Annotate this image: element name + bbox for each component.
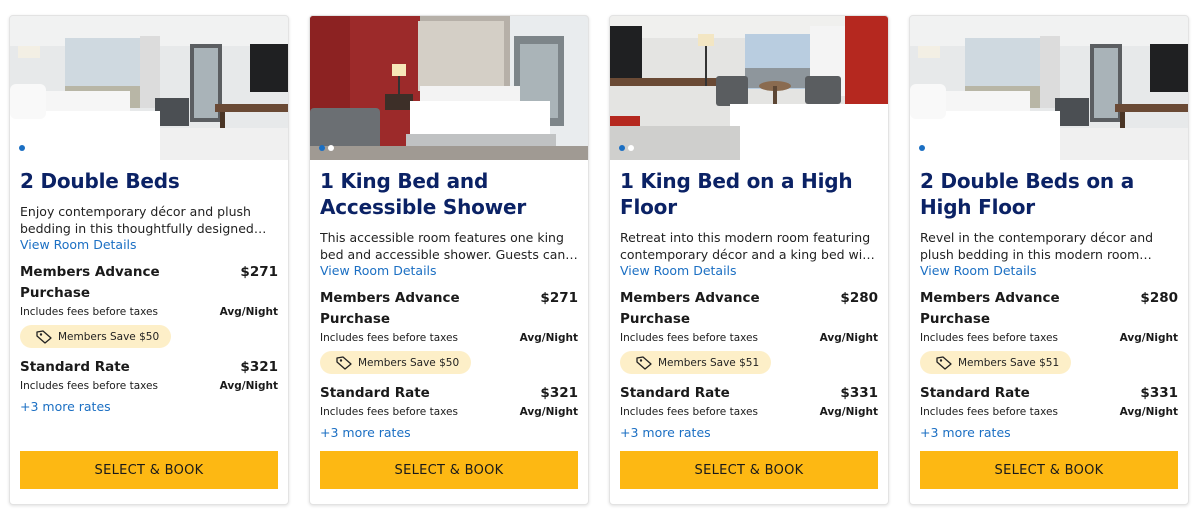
rate-members[interactable]: Members Advance Purchase $271 Includes f…: [320, 288, 578, 374]
rate-name: Standard Rate: [320, 385, 430, 401]
rate-price: $321: [240, 359, 278, 375]
room-card: 1 King Bed on a High Floor Retreat into …: [609, 15, 889, 505]
rate-price: $280: [1140, 290, 1178, 306]
room-title: 1 King Bed and Accessible Shower: [320, 169, 527, 219]
badge-label: Members Save $50: [358, 356, 460, 369]
rate-price: $271: [240, 264, 278, 280]
carousel-dot-active[interactable]: [619, 145, 625, 151]
room-description: Revel in the contemporary décor and plus…: [920, 230, 1154, 262]
room-photo[interactable]: [910, 16, 1188, 160]
room-description: This accessible room features one king b…: [320, 230, 566, 262]
select-and-book-button[interactable]: SELECT & BOOK: [320, 451, 578, 489]
carousel-dot[interactable]: [628, 145, 634, 151]
carousel-dots[interactable]: [919, 145, 934, 151]
carousel-dots[interactable]: [619, 145, 634, 151]
rate-fees-note: Includes fees before taxes: [620, 332, 758, 344]
rate-fees-note: Includes fees before taxes: [620, 406, 758, 418]
rate-members[interactable]: Members Advance Purchase $280 Includes f…: [620, 288, 878, 374]
rate-price: $271: [540, 290, 578, 306]
select-and-book-button[interactable]: SELECT & BOOK: [920, 451, 1178, 489]
members-save-badge: Members Save $50: [20, 325, 172, 348]
rate-price: $331: [1140, 385, 1178, 401]
room-image: [10, 16, 288, 160]
room-card: 2 Double Beds Enjoy contemporary décor a…: [9, 15, 289, 505]
rate-name: Members Advance Purchase: [920, 290, 1060, 327]
rate-per-night: Avg/Night: [219, 306, 278, 318]
room-photo[interactable]: [610, 16, 888, 160]
carousel-dot-active[interactable]: [319, 145, 325, 151]
rate-per-night: Avg/Night: [819, 406, 878, 418]
rate-standard[interactable]: Standard Rate $331 Includes fees before …: [920, 383, 1178, 419]
rate-price: $321: [540, 385, 578, 401]
rate-name: Standard Rate: [20, 359, 130, 375]
carousel-dot-active[interactable]: [919, 145, 925, 151]
rate-fees-note: Includes fees before taxes: [20, 306, 158, 318]
view-room-details-link[interactable]: View Room Details: [620, 263, 878, 279]
carousel-dots[interactable]: [19, 145, 34, 151]
carousel-dot[interactable]: [28, 145, 34, 151]
view-room-details-link[interactable]: View Room Details: [20, 237, 278, 253]
rate-name: Members Advance Purchase: [320, 290, 460, 327]
rate-per-night: Avg/Night: [1119, 406, 1178, 418]
rate-per-night: Avg/Night: [1119, 332, 1178, 344]
rate-fees-note: Includes fees before taxes: [320, 406, 458, 418]
tag-icon: [336, 355, 352, 370]
badge-label: Members Save $50: [58, 330, 160, 343]
members-save-badge: Members Save $51: [920, 351, 1072, 374]
rate-name: Standard Rate: [620, 385, 730, 401]
tag-icon: [936, 355, 952, 370]
rate-name: Members Advance Purchase: [20, 264, 160, 301]
rate-fees-note: Includes fees before taxes: [20, 380, 158, 392]
rate-fees-note: Includes fees before taxes: [920, 332, 1058, 344]
room-description: Retreat into this modern room featuring …: [620, 230, 876, 262]
room-title: 2 Double Beds: [20, 169, 180, 193]
room-title: 1 King Bed on a High Floor: [620, 169, 853, 219]
carousel-dot[interactable]: [928, 145, 934, 151]
rate-standard[interactable]: Standard Rate $321 Includes fees before …: [320, 383, 578, 419]
rate-per-night: Avg/Night: [819, 332, 878, 344]
more-rates-link[interactable]: +3 more rates: [620, 425, 878, 441]
carousel-dot-active[interactable]: [19, 145, 25, 151]
rate-standard[interactable]: Standard Rate $321 Includes fees before …: [20, 357, 278, 393]
rate-per-night: Avg/Night: [219, 380, 278, 392]
rate-fees-note: Includes fees before taxes: [320, 332, 458, 344]
select-and-book-button[interactable]: SELECT & BOOK: [620, 451, 878, 489]
view-room-details-link[interactable]: View Room Details: [320, 263, 578, 279]
rate-fees-note: Includes fees before taxes: [920, 406, 1058, 418]
rate-per-night: Avg/Night: [519, 332, 578, 344]
rate-price: $331: [840, 385, 878, 401]
rate-members[interactable]: Members Advance Purchase $280 Includes f…: [920, 288, 1178, 374]
room-photo[interactable]: [10, 16, 288, 160]
rate-standard[interactable]: Standard Rate $331 Includes fees before …: [620, 383, 878, 419]
rate-members[interactable]: Members Advance Purchase $271 Includes f…: [20, 262, 278, 348]
tag-icon: [36, 329, 52, 344]
room-card: 2 Double Beds on a High Floor Revel in t…: [909, 15, 1189, 505]
view-room-details-link[interactable]: View Room Details: [920, 263, 1178, 279]
rate-name: Members Advance Purchase: [620, 290, 760, 327]
rate-per-night: Avg/Night: [519, 406, 578, 418]
carousel-dots[interactable]: [319, 145, 334, 151]
room-image: [310, 16, 588, 160]
tag-icon: [636, 355, 652, 370]
members-save-badge: Members Save $51: [620, 351, 772, 374]
room-cards: 2 Double Beds Enjoy contemporary décor a…: [0, 0, 1200, 518]
room-photo[interactable]: [310, 16, 588, 160]
more-rates-link[interactable]: +3 more rates: [320, 425, 578, 441]
members-save-badge: Members Save $50: [320, 351, 472, 374]
badge-label: Members Save $51: [958, 356, 1060, 369]
rate-price: $280: [840, 290, 878, 306]
carousel-dot[interactable]: [328, 145, 334, 151]
more-rates-link[interactable]: +3 more rates: [920, 425, 1178, 441]
room-title: 2 Double Beds on a High Floor: [920, 169, 1134, 219]
select-and-book-button[interactable]: SELECT & BOOK: [20, 451, 278, 489]
room-image: [610, 16, 888, 160]
more-rates-link[interactable]: +3 more rates: [20, 399, 278, 415]
room-description: Enjoy contemporary décor and plush beddi…: [20, 204, 254, 236]
rate-name: Standard Rate: [920, 385, 1030, 401]
room-card: 1 King Bed and Accessible Shower This ac…: [309, 15, 589, 505]
badge-label: Members Save $51: [658, 356, 760, 369]
room-image: [910, 16, 1188, 160]
